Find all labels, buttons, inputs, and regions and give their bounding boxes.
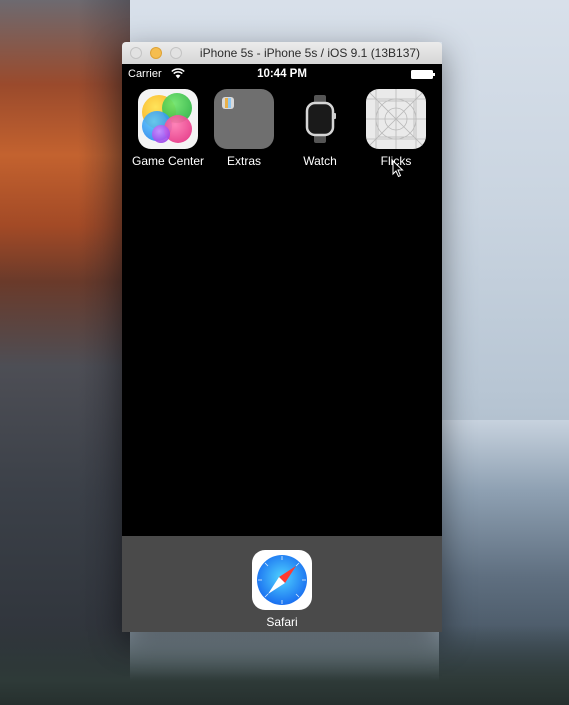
app-label: Watch bbox=[303, 154, 337, 168]
app-extras-folder[interactable]: Extras bbox=[207, 89, 281, 168]
watch-icon bbox=[290, 89, 350, 149]
game-center-icon bbox=[138, 89, 198, 149]
app-label: Safari bbox=[266, 615, 298, 629]
mouse-cursor-icon bbox=[392, 160, 404, 178]
status-bar: Carrier 10:44 PM bbox=[122, 64, 442, 84]
app-label: Extras bbox=[226, 154, 261, 168]
app-placeholder-icon bbox=[366, 89, 426, 149]
window-title: iPhone 5s - iPhone 5s / iOS 9.1 (13B137) bbox=[199, 46, 421, 60]
safari-compass-icon bbox=[252, 550, 312, 610]
window-titlebar[interactable]: iPhone 5s - iPhone 5s / iOS 9.1 (13B137) bbox=[122, 42, 442, 65]
simulator-window: iPhone 5s - iPhone 5s / iOS 9.1 (13B137)… bbox=[122, 42, 442, 632]
minimize-button[interactable] bbox=[150, 47, 162, 59]
status-time: 10:44 PM bbox=[257, 68, 307, 80]
close-button[interactable] bbox=[130, 47, 142, 59]
folder-icon bbox=[214, 89, 274, 149]
wallpaper-cliff-shade bbox=[0, 0, 130, 705]
app-safari[interactable]: Safari bbox=[245, 550, 319, 629]
app-label: Game Center bbox=[131, 154, 205, 168]
maps-mini-icon bbox=[222, 97, 234, 109]
zoom-button[interactable] bbox=[170, 47, 182, 59]
app-game-center[interactable]: Game Center bbox=[131, 89, 205, 168]
app-flicks[interactable]: Flicks bbox=[359, 89, 433, 168]
dock: Safari bbox=[122, 536, 442, 632]
wallpaper-valley bbox=[0, 625, 569, 705]
phone-screen[interactable]: Carrier 10:44 PM Game Center Extras Watc… bbox=[122, 64, 442, 632]
battery-icon bbox=[411, 70, 435, 79]
app-watch[interactable]: Watch bbox=[283, 89, 357, 168]
